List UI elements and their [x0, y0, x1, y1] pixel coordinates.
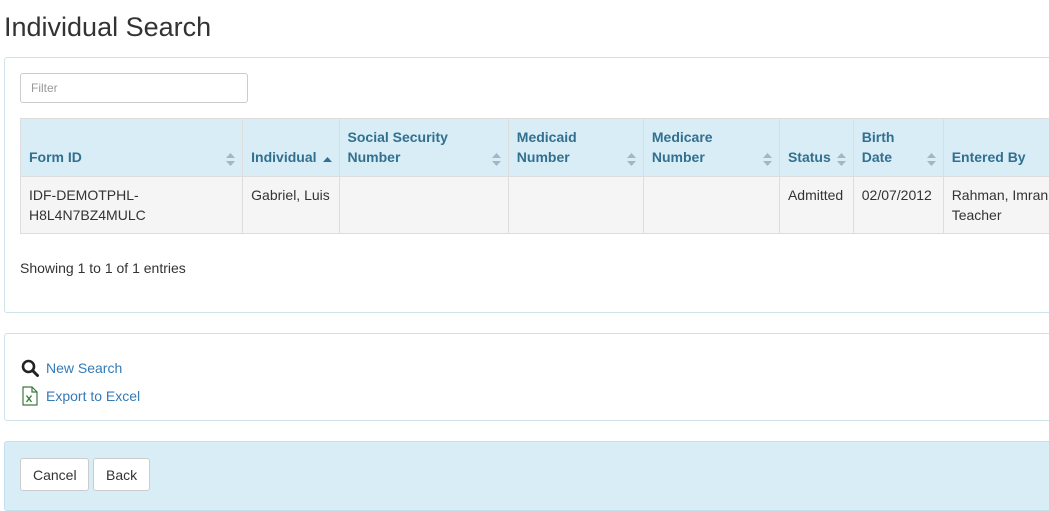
sort-asc-icon — [323, 151, 332, 164]
column-header-birth-date[interactable]: Birth Date — [853, 119, 943, 177]
column-header-medicaid-number[interactable]: Medicaid Number — [508, 119, 643, 177]
column-label: Birth Date — [862, 127, 935, 167]
column-header-status[interactable]: Status — [779, 119, 853, 177]
cell-form-id: IDF-DEMOTPHL-H8L4N7BZ4MULC — [21, 177, 243, 234]
search-icon — [20, 358, 40, 378]
export-to-excel-label: Export to Excel — [46, 388, 140, 404]
sort-both-icon — [492, 151, 501, 164]
sort-both-icon — [226, 151, 235, 164]
column-header-individual[interactable]: Individual — [243, 119, 339, 177]
column-label: Medicare Number — [652, 127, 771, 167]
table-row[interactable]: IDF-DEMOTPHL-H8L4N7BZ4MULC Gabriel, Luis… — [21, 177, 1049, 234]
column-header-medicare-number[interactable]: Medicare Number — [643, 119, 779, 177]
column-header-entered-by[interactable]: Entered By — [943, 119, 1049, 177]
table-info: Showing 1 to 1 of 1 entries — [20, 260, 186, 276]
cell-status: Admitted — [779, 177, 853, 234]
cell-ssn — [339, 177, 508, 234]
results-panel: Form ID Individual Social Security Numbe… — [4, 57, 1049, 313]
cell-medicaid-number — [508, 177, 643, 234]
excel-file-icon — [20, 386, 40, 406]
sort-both-icon — [763, 151, 772, 164]
results-table: Form ID Individual Social Security Numbe… — [20, 118, 1049, 234]
cell-medicare-number — [643, 177, 779, 234]
column-label: Medicaid Number — [517, 127, 635, 167]
column-label: Entered By — [952, 147, 1049, 167]
sort-both-icon — [837, 151, 846, 164]
back-button[interactable]: Back — [93, 458, 150, 491]
export-to-excel-link[interactable]: Export to Excel — [20, 386, 140, 406]
table-header-row: Form ID Individual Social Security Numbe… — [21, 119, 1049, 177]
cell-entered-by: Rahman, Imran Teacher — [943, 177, 1049, 234]
footer-panel: Cancel Back — [4, 441, 1049, 511]
cancel-button[interactable]: Cancel — [20, 458, 89, 491]
page-title: Individual Search — [4, 10, 211, 44]
column-label: Social Security Number — [348, 127, 500, 167]
column-label: Individual — [251, 147, 330, 167]
cell-individual: Gabriel, Luis — [243, 177, 339, 234]
actions-panel: New Search Export to Excel — [4, 333, 1049, 421]
new-search-label: New Search — [46, 360, 122, 376]
column-header-form-id[interactable]: Form ID — [21, 119, 243, 177]
filter-input[interactable] — [20, 73, 248, 103]
sort-both-icon — [927, 151, 936, 164]
sort-both-icon — [627, 151, 636, 164]
column-header-ssn[interactable]: Social Security Number — [339, 119, 508, 177]
column-label: Form ID — [29, 147, 234, 167]
cell-birth-date: 02/07/2012 — [853, 177, 943, 234]
new-search-link[interactable]: New Search — [20, 358, 122, 378]
